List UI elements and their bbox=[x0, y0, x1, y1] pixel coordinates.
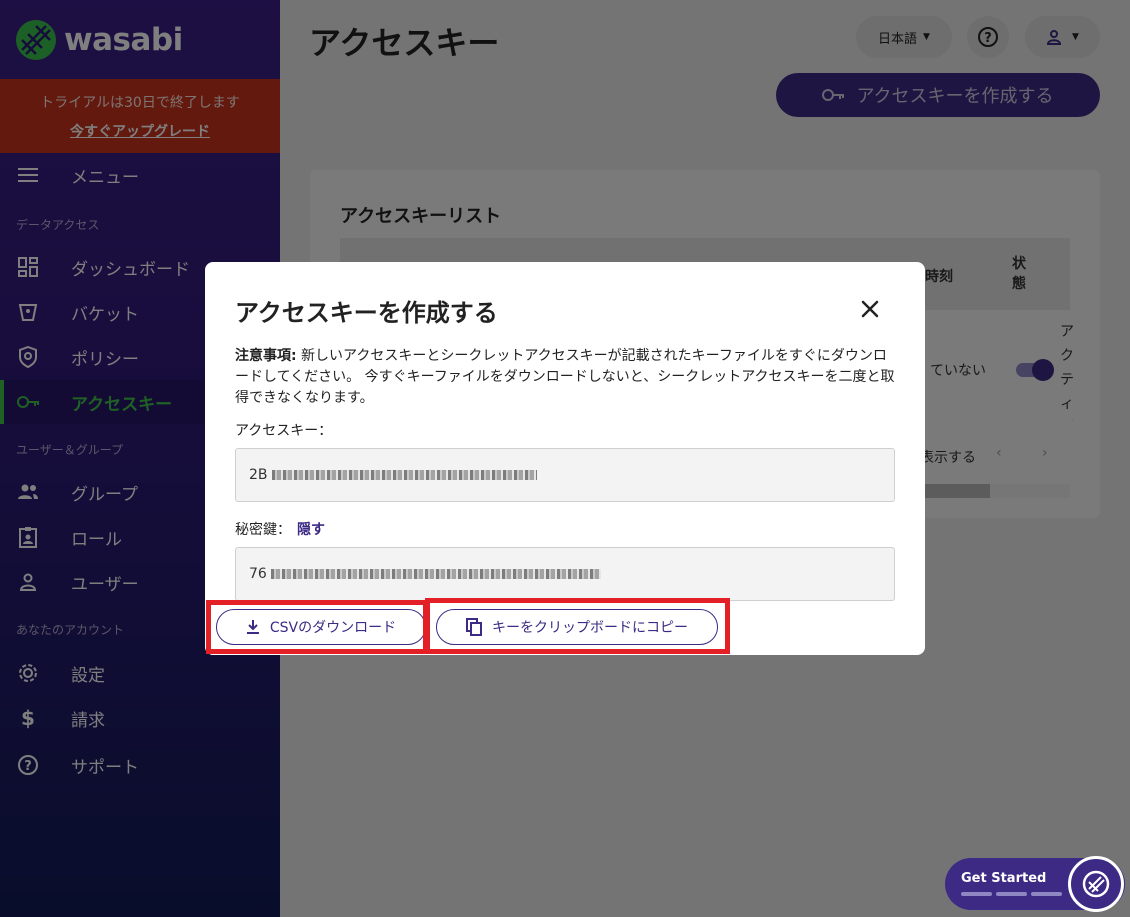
hide-secret-link[interactable]: 隠す bbox=[297, 522, 325, 538]
secret-key-row: 秘密鍵： 隠す bbox=[235, 519, 325, 539]
get-started-label: Get Started bbox=[961, 871, 1047, 886]
progress-segment bbox=[996, 892, 1027, 896]
redacted-text bbox=[271, 470, 537, 480]
notice-text: 注意事項: 新しいアクセスキーとシークレットアクセスキーが記載されたキーファイル… bbox=[235, 346, 895, 409]
redacted-text bbox=[270, 569, 601, 579]
create-access-key-dialog: アクセスキーを作成する 注意事項: 新しいアクセスキーとシークレットアクセスキー… bbox=[205, 262, 925, 655]
wasabi-logo-icon bbox=[1068, 856, 1124, 912]
progress-segment bbox=[1031, 892, 1062, 896]
secret-key-value: 76 bbox=[249, 566, 267, 582]
access-key-value: 2B bbox=[249, 467, 268, 483]
secret-key-label: 秘密鍵： bbox=[235, 522, 291, 538]
secret-key-field[interactable]: 76 bbox=[235, 547, 895, 601]
close-icon[interactable] bbox=[856, 295, 884, 323]
notice-bold: 注意事項: bbox=[235, 348, 297, 364]
access-key-label: アクセスキー： bbox=[235, 423, 333, 439]
access-key-field[interactable]: 2B bbox=[235, 448, 895, 502]
progress-segment bbox=[961, 892, 992, 896]
get-started-widget[interactable]: Get Started bbox=[945, 856, 1125, 912]
highlight-box bbox=[425, 598, 730, 654]
notice-body: 新しいアクセスキーとシークレットアクセスキーが記載されたキーファイルをすぐにダウ… bbox=[235, 348, 895, 406]
highlight-box bbox=[206, 600, 428, 654]
dialog-title: アクセスキーを作成する bbox=[235, 299, 498, 327]
